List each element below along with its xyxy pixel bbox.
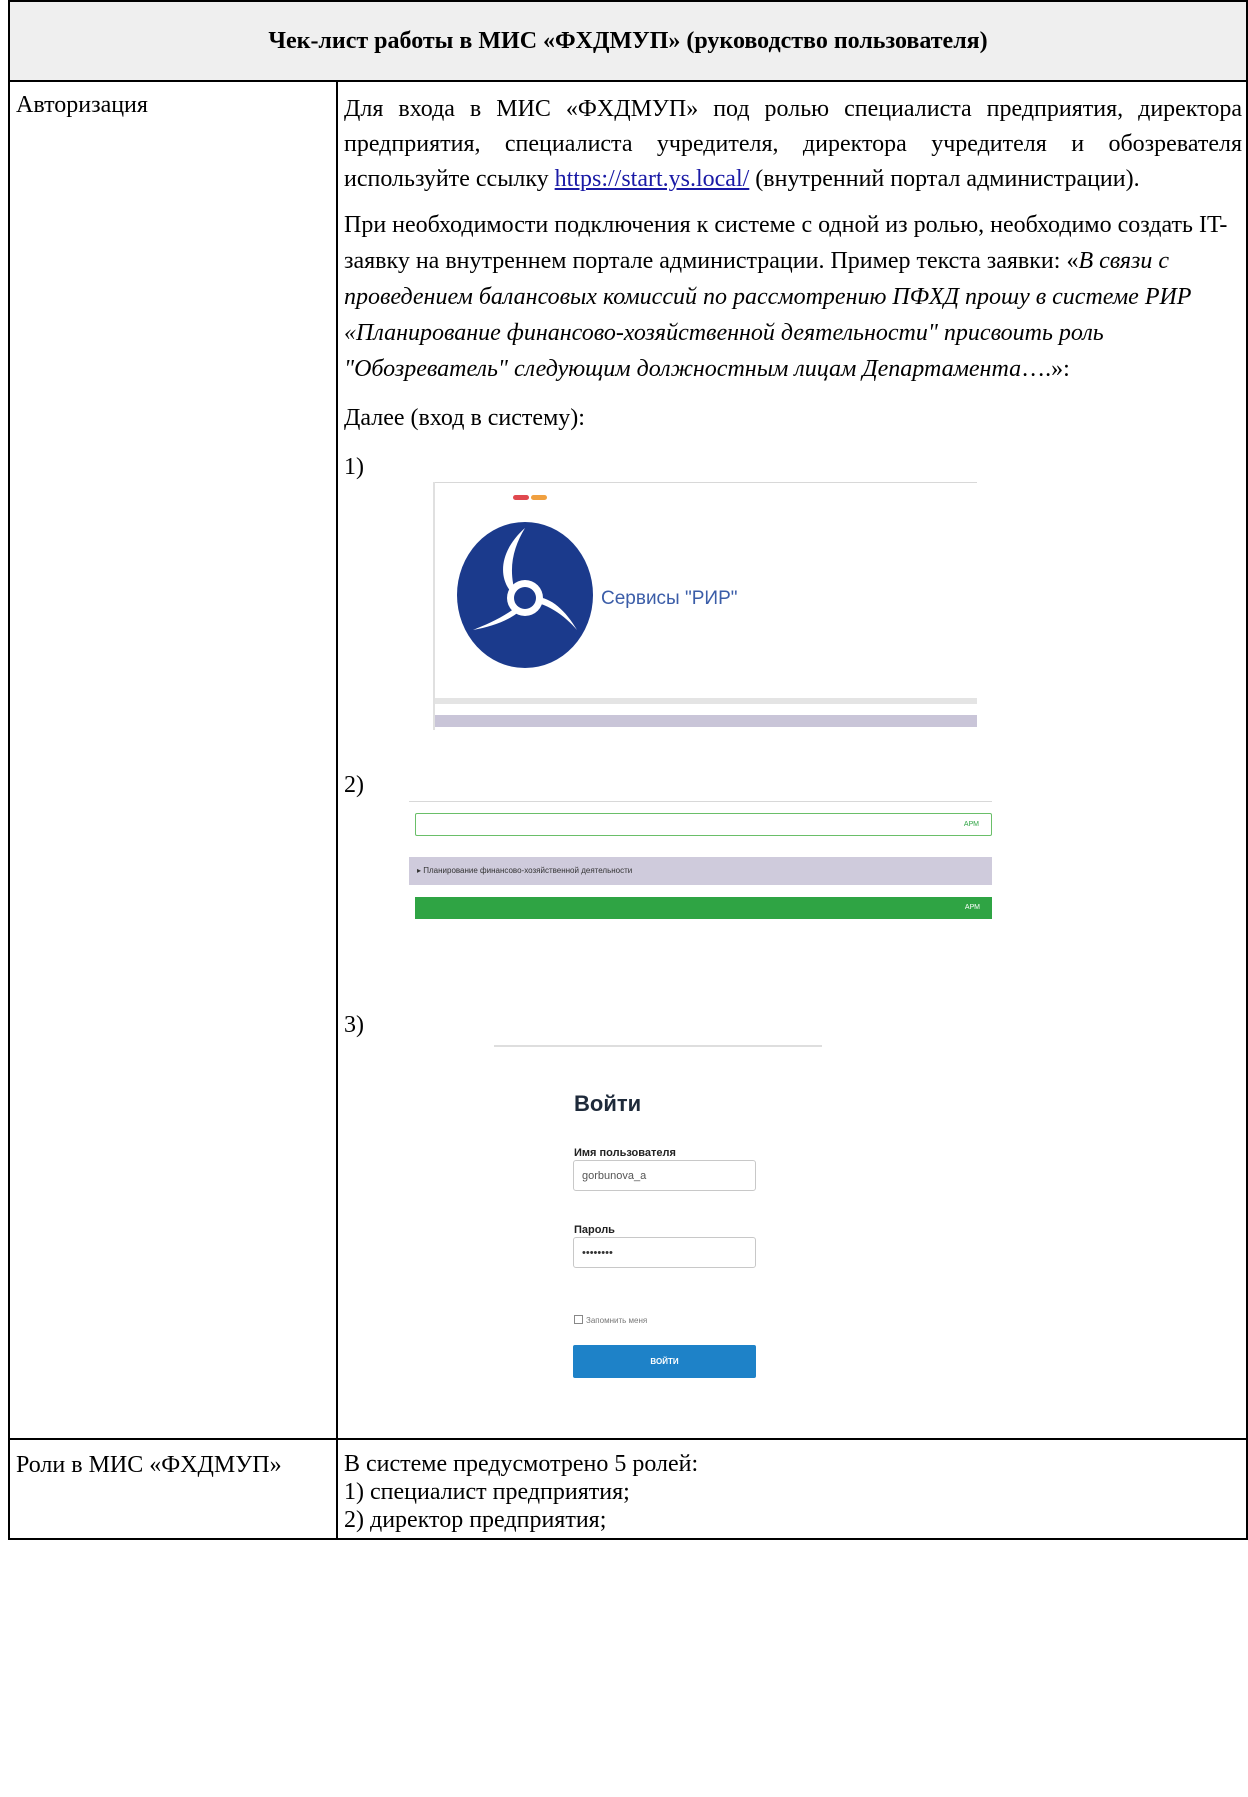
login-button[interactable]: ВОЙТИ — [573, 1345, 756, 1378]
roles-label-cell: Роли в МИС «ФХДМУП» — [8, 1438, 338, 1540]
role-item: 1) специалист предприятия; — [344, 1479, 630, 1505]
remember-me-label: Запомнить меня — [586, 1316, 648, 1325]
roles-label: Роли в МИС «ФХДМУП» — [16, 1452, 282, 1478]
username-field[interactable]: gorbunova_a — [573, 1160, 756, 1191]
pfhd-service-row[interactable]: ▸ Планирование финансово-хозяйственной д… — [409, 857, 992, 885]
apm-tag: АРМ — [963, 821, 979, 828]
footer-bar — [435, 715, 977, 727]
auth-label-cell: Авторизация — [8, 80, 338, 1440]
login-form-screenshot: Войти Имя пользователя gorbunova_a Парол… — [344, 1008, 1242, 1438]
services-list-screenshot: АРМ ▸ Планирование финансово-хозяйственн… — [409, 801, 992, 951]
header-title: Чек-лист работы в МИС «ФХДМУП» (руководс… — [268, 27, 988, 54]
service-row-outline[interactable]: АРМ — [415, 813, 992, 836]
auth-paragraph-3: Далее (вход в систему): — [344, 405, 585, 431]
step-1: 1) Сервисы "РИР" — [344, 450, 1242, 768]
divider — [409, 801, 992, 802]
divider — [435, 698, 977, 704]
checkbox[interactable] — [574, 1315, 583, 1324]
divider — [494, 1045, 822, 1047]
step-2: 2) АРМ ▸ Планирование финансово-хозяйств… — [344, 768, 1242, 1008]
table-header: Чек-лист работы в МИС «ФХДМУП» (руководс… — [8, 0, 1248, 82]
roles-content-cell: В системе предусмотрено 5 ролей: 1) спец… — [336, 1438, 1248, 1540]
password-field[interactable]: •••••••• — [573, 1237, 756, 1268]
remember-me-option[interactable]: Запомнить меня — [574, 1303, 647, 1338]
auth-content-cell: Для входа в МИС «ФХДМУП» под ролью специ… — [336, 80, 1248, 1440]
step-3: 3) Войти Имя пользователя gorbunova_a Па… — [344, 1008, 1242, 1438]
apm-button-row[interactable]: АРМ — [415, 897, 992, 919]
role-item: 2) директор предприятия; — [344, 1507, 607, 1533]
rir-services-link[interactable]: Сервисы "РИР" — [601, 581, 738, 616]
paragraph-text: (внутренний портал администрации). — [749, 166, 1140, 192]
decor-marks — [513, 476, 549, 511]
rir-services-screenshot: Сервисы "РИР" — [433, 482, 977, 730]
checklist-table: Чек-лист работы в МИС «ФХДМУП» (руководс… — [8, 0, 1248, 1540]
auth-paragraph-1: Для входа в МИС «ФХДМУП» под ролью специ… — [344, 92, 1242, 197]
roles-intro: В системе предусмотрено 5 ролей: — [344, 1451, 699, 1477]
auth-label: Авторизация — [16, 92, 148, 118]
apm-tag: АРМ — [964, 904, 980, 911]
paragraph-text: ….»: — [1021, 356, 1070, 382]
rosatom-logo-icon — [457, 522, 593, 668]
step-number: 2) — [344, 772, 364, 798]
step-number: 1) — [344, 454, 364, 480]
login-title: Войти — [574, 1091, 642, 1116]
auth-paragraph-2: При необходимости подключения к системе … — [344, 207, 1242, 387]
portal-link[interactable]: https://start.ys.local/ — [555, 166, 750, 192]
